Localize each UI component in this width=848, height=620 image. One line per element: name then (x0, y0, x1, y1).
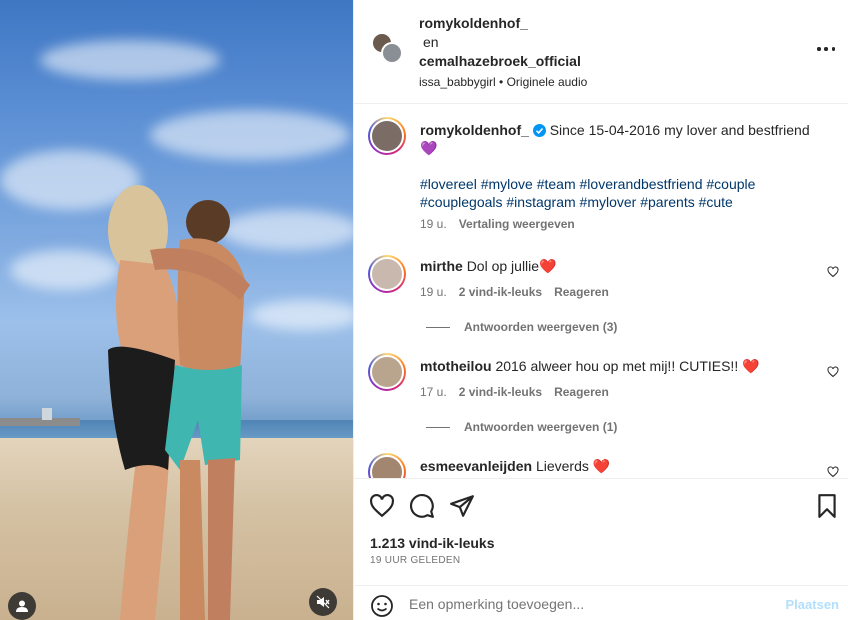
comment-body: Dol op jullie❤️ (466, 258, 557, 274)
more-options-button[interactable] (817, 44, 835, 54)
avatar[interactable] (368, 453, 406, 478)
avatar[interactable] (368, 255, 406, 293)
comment-likes[interactable]: 2 vind-ik-leuks (459, 285, 542, 299)
comment-username[interactable]: mtotheilou (420, 358, 492, 374)
verified-icon (532, 124, 546, 137)
comment-meta: 17 u. 2 vind-ik-leuks Reageren (420, 385, 609, 399)
comment-icon[interactable] (409, 493, 435, 519)
comment-text: mtotheilou 2016 alweer hou op met mij!! … (420, 357, 830, 375)
user-tag-button[interactable] (8, 592, 36, 620)
comment-composer: Plaatsen (354, 585, 848, 620)
comment-username[interactable]: mirthe (420, 258, 463, 274)
divider (426, 326, 450, 328)
mute-icon (316, 595, 330, 609)
couple-figure (108, 185, 250, 620)
comment-body: Lieverds ❤️ (535, 458, 611, 474)
view-replies-button[interactable]: Antwoorden weergeven (1) (426, 420, 617, 434)
comment-text: mirthe Dol op jullie❤️ (420, 257, 830, 275)
likes-count[interactable]: 1.213 vind-ik-leuks (370, 535, 495, 551)
translate-link[interactable]: Vertaling weergeven (459, 217, 575, 231)
comment-likes[interactable]: 2 vind-ik-leuks (459, 385, 542, 399)
caption-username[interactable]: romykoldenhof_ (420, 122, 529, 138)
tower (42, 408, 52, 420)
comment-meta: 19 u. 2 vind-ik-leuks Reageren (420, 285, 609, 299)
comment-text: esmeevanleijden Lieverds ❤️ (420, 457, 830, 475)
header-text: romykoldenhof_ en cemalhazebroek_officia… (419, 14, 587, 92)
comment-body: 2016 alweer hou op met mij!! CUTIES!! ❤️ (495, 358, 760, 374)
caption-meta: 19 u. Vertaling weergeven (420, 217, 575, 231)
post-header: romykoldenhof_ en cemalhazebroek_officia… (354, 0, 848, 104)
post-time[interactable]: 19 UUR GELEDEN (370, 555, 460, 566)
post-actions: 1.213 vind-ik-leuks 19 UUR GELEDEN Plaat… (354, 478, 848, 620)
audio-separator: • (495, 75, 507, 89)
audio-link[interactable]: Originele audio (507, 75, 588, 89)
user-tag-icon (16, 600, 28, 612)
view-replies-button[interactable]: Antwoorden weergeven (3) (426, 320, 617, 334)
joiner-text: en (423, 34, 439, 50)
comment-like-icon[interactable] (827, 466, 839, 478)
reply-button[interactable]: Reageren (554, 285, 609, 299)
author-avatars[interactable] (371, 32, 405, 66)
view-replies-label: Antwoorden weergeven (3) (464, 320, 618, 334)
more-icon-dot (831, 47, 835, 51)
comments-list[interactable]: romykoldenhof_ Since 15-04-2016 my lover… (354, 105, 848, 478)
comment-time[interactable]: 19 u. (420, 285, 447, 299)
avatar[interactable] (368, 117, 406, 155)
emoji-icon[interactable] (370, 594, 394, 618)
comment-time[interactable]: 17 u. (420, 385, 447, 399)
heart-icon[interactable] (369, 493, 395, 519)
share-icon[interactable] (449, 493, 475, 519)
caption: romykoldenhof_ Since 15-04-2016 my lover… (420, 121, 830, 157)
avatar[interactable] (368, 353, 406, 391)
more-icon (817, 47, 821, 51)
bookmark-icon[interactable] (814, 493, 840, 519)
reply-button[interactable]: Reageren (554, 385, 609, 399)
divider (426, 426, 450, 428)
audio-line: issa_babbygirl • Originele audio (419, 73, 587, 92)
post-button[interactable]: Plaatsen (786, 597, 839, 612)
caption-hashtags[interactable]: #lovereel #mylove #team #loverandbestfri… (420, 175, 830, 211)
pier (0, 418, 80, 426)
comment-like-icon[interactable] (827, 266, 839, 278)
cloud (40, 40, 220, 80)
comment-like-icon[interactable] (827, 366, 839, 378)
comment-input[interactable] (409, 596, 769, 612)
post-panel: romykoldenhof_ en cemalhazebroek_officia… (353, 0, 848, 620)
caption-time[interactable]: 19 u. (420, 217, 447, 231)
author-link[interactable]: romykoldenhof_ (419, 14, 587, 33)
reel-video[interactable] (0, 0, 353, 620)
coauthor-link[interactable]: cemalhazebroek_official (419, 52, 587, 71)
cloud (150, 110, 350, 160)
audio-user-link[interactable]: issa_babbygirl (419, 75, 496, 89)
audio-toggle-button[interactable] (309, 588, 337, 616)
view-replies-label: Antwoorden weergeven (1) (464, 420, 618, 434)
comment-username[interactable]: esmeevanleijden (420, 458, 532, 474)
more-icon-dot (824, 47, 828, 51)
avatar (381, 42, 403, 64)
